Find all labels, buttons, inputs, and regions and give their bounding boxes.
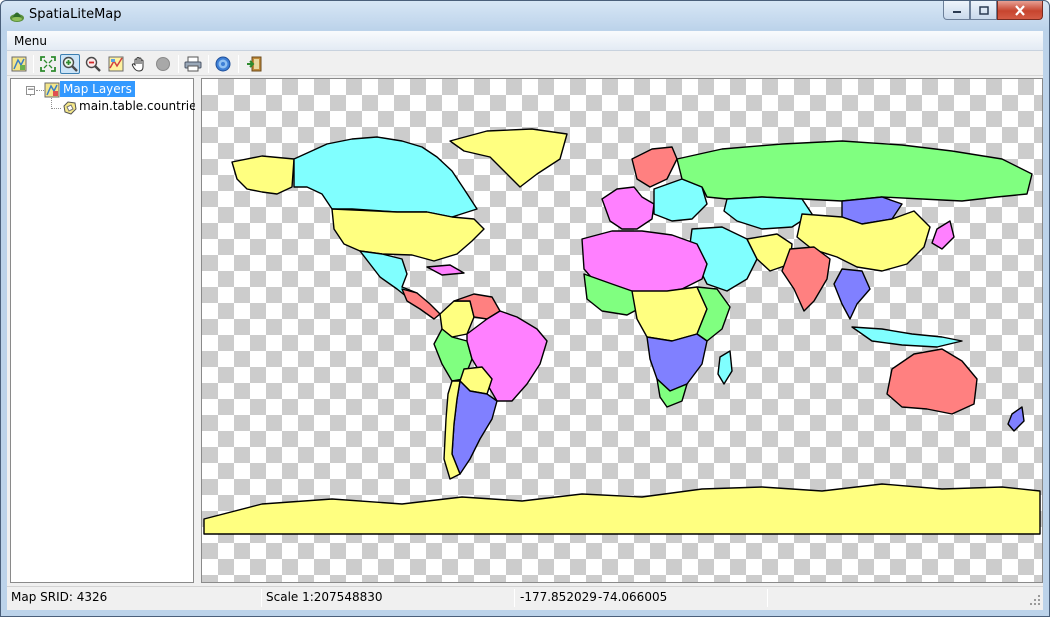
- menu-item-menu[interactable]: Menu: [14, 34, 47, 48]
- country-shape: [717, 350, 733, 385]
- toolbar: [7, 52, 1043, 76]
- zoom-out-button[interactable]: [83, 54, 103, 74]
- app-logo-icon: [10, 12, 24, 22]
- map-canvas[interactable]: [201, 78, 1043, 583]
- world-map[interactable]: [202, 79, 1042, 582]
- country-shape: [426, 264, 465, 276]
- country-shape: [449, 128, 568, 188]
- help-button[interactable]: [213, 54, 233, 74]
- country-shape: [931, 220, 955, 250]
- minimize-button[interactable]: [943, 1, 970, 20]
- stop-icon: [156, 57, 170, 71]
- status-scale: Scale 1:207548830: [266, 590, 383, 604]
- pan-hand-icon: [131, 57, 144, 72]
- map-layers-icon: [44, 82, 60, 98]
- status-coord-x: -177.852029: [520, 590, 597, 604]
- zoom-out-icon: [85, 56, 101, 72]
- close-button[interactable]: [997, 1, 1043, 20]
- zoom-extent-button[interactable]: [38, 54, 58, 74]
- status-coord-y: -74.066005: [598, 590, 668, 604]
- polygon-layer-icon: [63, 101, 77, 115]
- country-shape: [723, 196, 813, 230]
- pan-button[interactable]: [129, 54, 149, 74]
- layer-tree-panel: − Map Layers main.table.countries: [10, 78, 203, 583]
- client-area: Menu − Map Layers main.table.countries M…: [7, 31, 1043, 610]
- zoom-in-icon: [62, 56, 78, 72]
- minimize-icon: [952, 11, 961, 13]
- zoom-extent-icon: [40, 56, 56, 72]
- country-shape: [1007, 406, 1025, 432]
- stop-button[interactable]: [153, 54, 173, 74]
- country-shape: [451, 380, 498, 475]
- country-shape: [631, 146, 678, 188]
- close-icon: [1015, 4, 1025, 16]
- country-shape: [676, 140, 1033, 202]
- tree-node-map-layers[interactable]: Map Layers: [60, 81, 135, 97]
- zoom-in-button[interactable]: [60, 54, 80, 74]
- print-button[interactable]: [183, 54, 203, 74]
- window-controls: [943, 1, 1043, 21]
- tree-expander[interactable]: −: [26, 86, 35, 95]
- status-srid: Map SRID: 4326: [11, 590, 108, 604]
- country-shape: [886, 348, 978, 415]
- country-shape: [601, 186, 655, 230]
- window-title: SpatiaLiteMap: [29, 7, 122, 22]
- title-bar[interactable]: SpatiaLiteMap: [1, 1, 1049, 30]
- country-shape: [203, 483, 1041, 535]
- layers-icon: [11, 56, 27, 72]
- help-icon: [215, 56, 231, 72]
- status-bar: Map SRID: 4326 Scale 1:207548830 -177.85…: [7, 586, 1043, 608]
- maximize-icon: [978, 5, 989, 15]
- country-shape: [401, 288, 441, 320]
- country-shape: [631, 286, 708, 342]
- app-window: SpatiaLiteMap Menu − Map Layers main.tab…: [0, 0, 1050, 617]
- map-button[interactable]: [106, 54, 126, 74]
- country-shape: [231, 155, 295, 195]
- tree-node-countries[interactable]: main.table.countries: [79, 99, 203, 113]
- country-shape: [646, 333, 708, 392]
- exit-button[interactable]: [245, 54, 265, 74]
- map-icon: [108, 56, 124, 72]
- exit-icon: [247, 56, 262, 72]
- layers-button[interactable]: [9, 54, 29, 74]
- country-shape: [851, 326, 963, 348]
- menu-bar: Menu: [7, 31, 1043, 51]
- resize-grip-icon[interactable]: [1029, 594, 1041, 606]
- print-icon: [184, 56, 202, 72]
- country-shape: [293, 136, 478, 218]
- country-shape: [781, 246, 831, 312]
- country-shape: [833, 268, 871, 320]
- country-shape: [331, 208, 485, 262]
- maximize-button[interactable]: [970, 1, 997, 20]
